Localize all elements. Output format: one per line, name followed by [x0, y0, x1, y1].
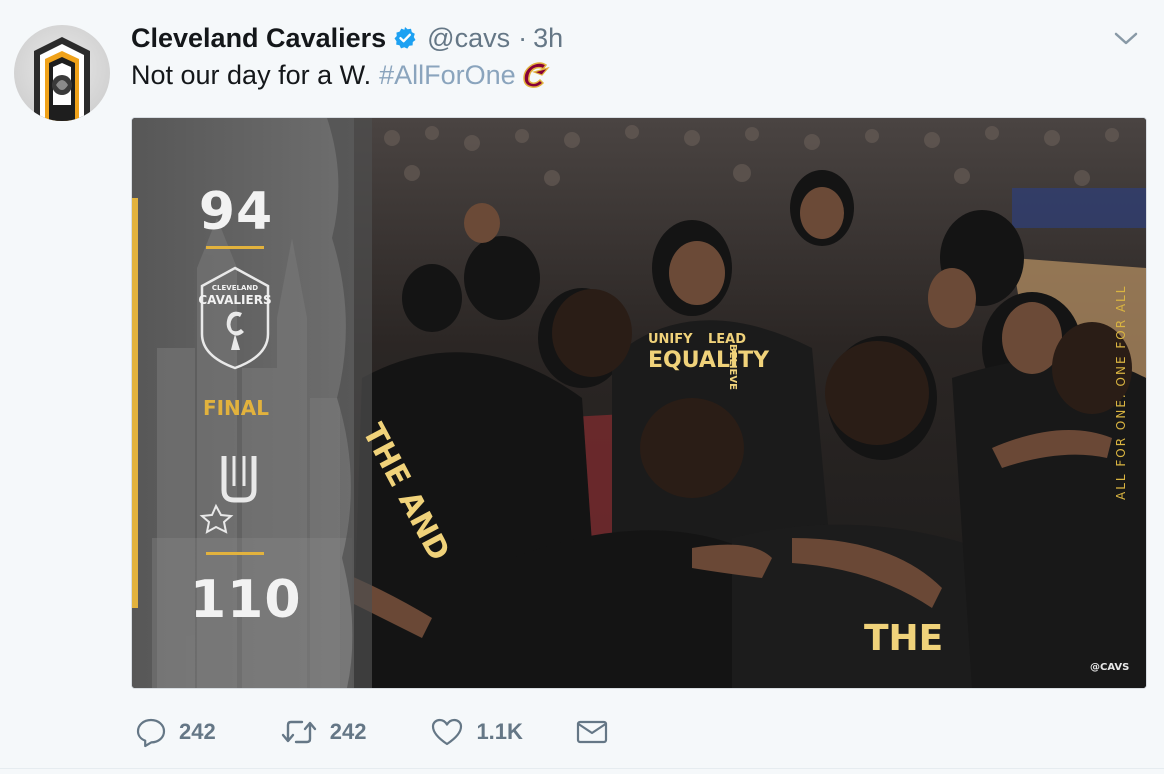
shirt-text-unify: UNIFY	[648, 332, 693, 347]
reply-button[interactable]: 242	[135, 716, 216, 748]
tweet-text: Not our day for a W. #AllForOne	[131, 59, 554, 91]
author-name[interactable]: Cleveland Cavaliers	[131, 23, 386, 54]
cavs-badge-line1: CLEVELAND	[211, 284, 259, 292]
cavs-hashflag-icon	[522, 62, 550, 88]
retweet-button[interactable]: 242	[280, 716, 367, 748]
cavs-score: 94	[198, 182, 274, 242]
cavs-logo-icon	[34, 37, 90, 121]
cavs-watermark: @CAVS	[1090, 662, 1130, 673]
separator: ·	[518, 22, 528, 53]
reply-icon	[136, 718, 166, 748]
avatar[interactable]	[14, 25, 110, 121]
author-handle[interactable]: @cavs	[427, 23, 510, 54]
chevron-down-icon[interactable]	[1112, 28, 1140, 50]
reply-count: 242	[179, 719, 216, 744]
tweet-body: Not our day for a W.	[131, 59, 372, 90]
divider	[0, 768, 1164, 769]
hashtag-link[interactable]: #AllForOne	[379, 60, 516, 91]
heart-icon	[432, 718, 463, 746]
tweet-header: Cleveland Cavaliers @cavs · 3h	[131, 20, 563, 56]
tweet-actions: 242 242 1.1K	[135, 712, 609, 752]
retweet-count: 242	[329, 719, 367, 744]
direct-message-button[interactable]	[575, 716, 609, 748]
all-for-one-tag: ALL FOR ONE. ONE FOR ALL	[1114, 284, 1128, 500]
like-count: 1.1K	[476, 719, 523, 744]
like-button[interactable]: 1.1K	[430, 716, 523, 748]
jersey-text-bottom: THE	[864, 618, 944, 659]
retweet-icon	[281, 720, 316, 744]
shirt-text-equality: EQUALITY	[648, 348, 770, 373]
verified-badge-icon	[394, 27, 416, 49]
tweet-card[interactable]: Cleveland Cavaliers @cavs · 3h Not our d…	[0, 0, 1164, 774]
timestamp[interactable]: 3h	[533, 23, 563, 54]
shirt-text-believe: BELIEVE	[727, 344, 738, 390]
cavs-badge-line2: CAVALIERS	[198, 293, 272, 307]
tweet-media[interactable]: 94 CLEVELAND CAVALIERS FINAL 110 THE AND…	[131, 117, 1147, 689]
final-label: FINAL	[202, 396, 270, 420]
spurs-score: 110	[190, 570, 302, 630]
envelope-icon	[576, 720, 608, 744]
